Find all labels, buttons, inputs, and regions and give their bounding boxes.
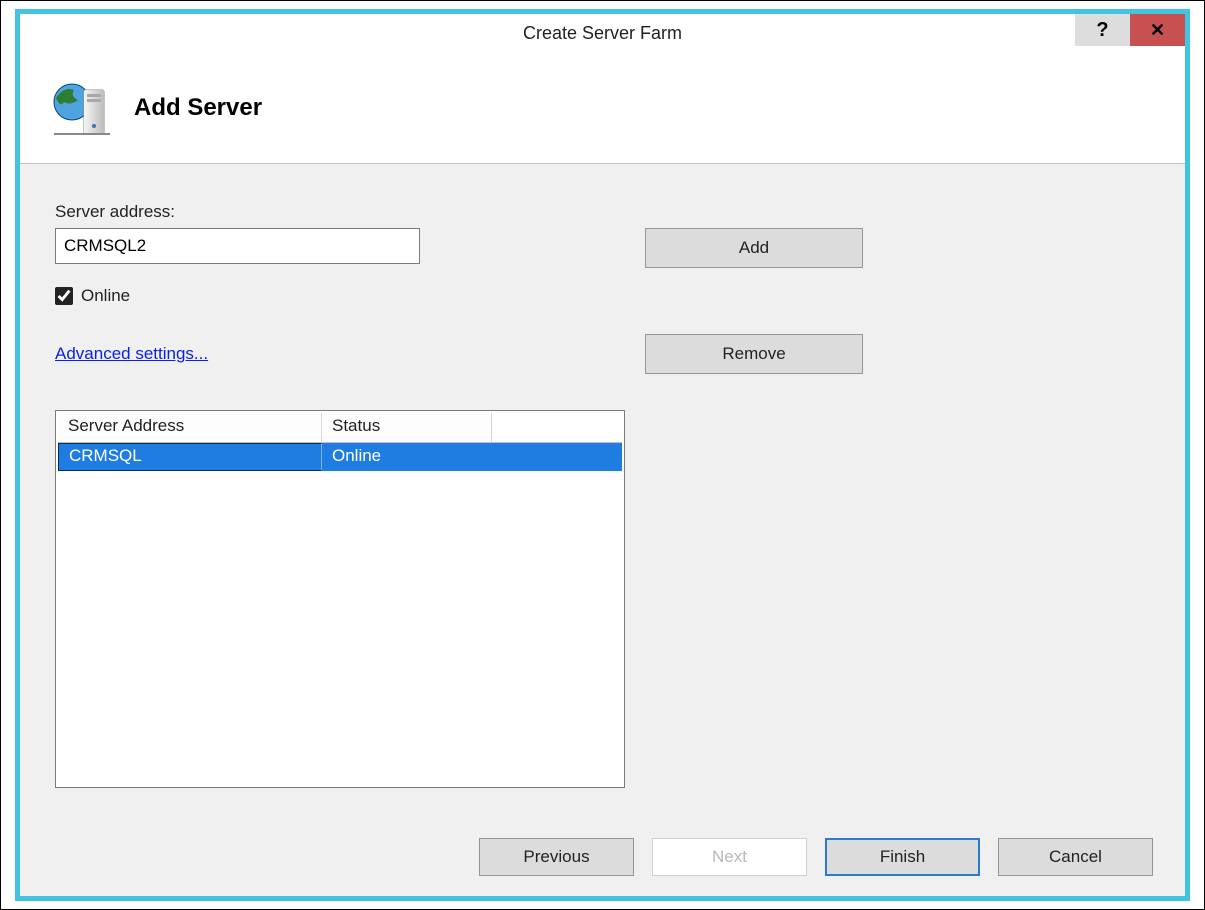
wizard-footer: Previous Next Finish Cancel xyxy=(20,818,1185,896)
finish-button[interactable]: Finish xyxy=(825,838,980,876)
cell-address: CRMSQL xyxy=(58,443,322,471)
help-button[interactable]: ? xyxy=(1075,14,1130,46)
cell-status: Online xyxy=(322,443,492,471)
column-header-address[interactable]: Server Address xyxy=(58,413,322,442)
dialog-window: Create Server Farm ? ✕ xyxy=(15,9,1190,901)
remove-button[interactable]: Remove xyxy=(645,334,863,374)
online-checkbox[interactable] xyxy=(55,287,73,305)
close-button[interactable]: ✕ xyxy=(1130,14,1185,46)
cancel-button[interactable]: Cancel xyxy=(998,838,1153,876)
help-icon: ? xyxy=(1096,19,1108,42)
online-label: Online xyxy=(81,286,130,306)
server-globe-icon xyxy=(50,76,114,140)
server-list-header: Server Address Status xyxy=(58,413,622,443)
table-row[interactable]: CRMSQL Online xyxy=(58,443,622,471)
wizard-header: Add Server xyxy=(20,52,1185,164)
advanced-settings-link[interactable]: Advanced settings... xyxy=(55,344,208,363)
window-title: Create Server Farm xyxy=(20,23,1185,44)
server-address-input[interactable] xyxy=(55,228,420,264)
titlebar-buttons: ? ✕ xyxy=(1075,14,1185,46)
server-address-label: Server address: xyxy=(55,202,1150,222)
server-list[interactable]: Server Address Status CRMSQL Online xyxy=(55,410,625,788)
previous-button[interactable]: Previous xyxy=(479,838,634,876)
outer-frame: Create Server Farm ? ✕ xyxy=(0,0,1205,910)
close-icon: ✕ xyxy=(1150,20,1165,41)
next-button: Next xyxy=(652,838,807,876)
add-button[interactable]: Add xyxy=(645,228,863,268)
titlebar: Create Server Farm ? ✕ xyxy=(20,14,1185,52)
column-header-status[interactable]: Status xyxy=(322,413,492,442)
content-area: Server address: Add Online Advanced sett… xyxy=(20,164,1185,818)
page-heading: Add Server xyxy=(134,94,262,122)
